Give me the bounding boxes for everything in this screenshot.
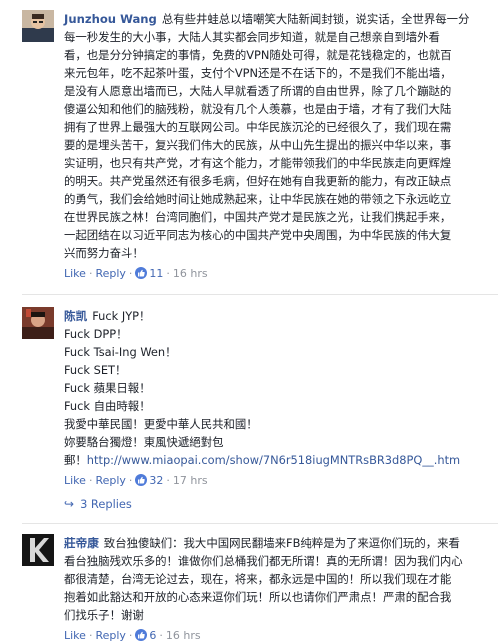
comment: 莊帝康 致台独傻缺们：我大中国网民翻墙来FB纯粹是为了来逗你们玩的，来看 看台独脑… bbox=[0, 534, 498, 644]
comment: Junzhou Wang 总有些井蛙总以墙嘲笑大陆新闻封锁，说实话，全世界每一分 … bbox=[0, 10, 498, 282]
divider bbox=[22, 523, 498, 524]
comment-text-line: 是没有人愿意出墙而已，大陆人早就看透了所谓的自由世界，除了几个蹦跶的 bbox=[64, 84, 452, 98]
comment-actions: Like · Reply · 32 · 17 hrs bbox=[64, 473, 492, 489]
divider bbox=[22, 294, 498, 295]
comment-body: 陈凯 Fuck JYP！ Fuck DPP！ Fuck Tsai-Ing Wen！… bbox=[64, 307, 492, 469]
comment-text-line: 们找乐子！谢谢 bbox=[64, 608, 144, 622]
reply-button[interactable]: Reply bbox=[95, 474, 125, 487]
separator-dot: · bbox=[88, 629, 93, 642]
user-photo-icon bbox=[22, 534, 54, 566]
comment-text-line: 总有些井蛙总以墙嘲笑大陆新闻封锁，说实话，全世界每一分 bbox=[161, 12, 470, 26]
comment-text-line: 妳要駱台獨燈！東風快遞絕對包 bbox=[64, 435, 224, 449]
comment-author[interactable]: 莊帝康 bbox=[64, 536, 99, 550]
reply-button[interactable]: Reply bbox=[95, 629, 125, 642]
comment-text-line: 兴而努力奋斗！ bbox=[64, 246, 144, 260]
like-count[interactable]: 6 bbox=[149, 629, 156, 642]
comment-author[interactable]: Junzhou Wang bbox=[64, 12, 157, 26]
thumbs-up-icon[interactable] bbox=[135, 267, 148, 279]
timestamp[interactable]: 17 hrs bbox=[173, 474, 208, 487]
avatar[interactable] bbox=[22, 10, 54, 42]
comment-text-line: 都很清楚，台湾无论过去，现在，将来，都永远是中国的！所以我们现在才能 bbox=[64, 572, 452, 586]
comment-text-line: 要的是埋头苦干，复兴我们伟大的民族，从中山先生提出的振兴中华以来，事 bbox=[64, 138, 452, 152]
comment: 陈凯 Fuck JYP！ Fuck DPP！ Fuck Tsai-Ing Wen！… bbox=[0, 307, 498, 511]
comment-text-line: Fuck 蘋果日報！ bbox=[64, 381, 151, 395]
comment-text-line: 来元包年，吃不起茶叶蛋，支付个VPN还是不在话下的，不是我们不能出墙， bbox=[64, 66, 452, 80]
comment-body: Junzhou Wang 总有些井蛙总以墙嘲笑大陆新闻封锁，说实话，全世界每一分 … bbox=[64, 10, 492, 262]
comment-text-line: Fuck SET！ bbox=[64, 363, 127, 377]
avatar[interactable] bbox=[22, 307, 54, 339]
separator-dot: · bbox=[88, 474, 93, 487]
comment-text-line: 每一秒发生的大小事，大陆人其实都会同步知道，就是自己想亲自到墙外看 bbox=[64, 30, 440, 44]
comment-text-line: 郵！ bbox=[64, 453, 87, 467]
comment-text-line: 看，也是分分钟搞定的事情，免费的VPN随处可得，就是花钱稳定的，也就百 bbox=[64, 48, 452, 62]
separator-dot: · bbox=[159, 629, 163, 642]
user-photo-icon bbox=[22, 10, 54, 42]
comment-text-line: 抱着如此豁达和开放的心态来逗你们玩！所以也请你们严肃点！严肃的配合我 bbox=[64, 590, 452, 604]
comment-text-line: 致台独傻缺们：我大中国网民翻墙来FB纯粹是为了来逗你们玩的，来看 bbox=[103, 536, 460, 550]
comment-text-line: 我愛中華民國！更愛中華人民共和國！ bbox=[64, 417, 258, 431]
like-button[interactable]: Like bbox=[64, 629, 86, 642]
thumbs-up-icon[interactable] bbox=[135, 629, 148, 641]
comment-text-line: Fuck Tsai-Ing Wen！ bbox=[64, 345, 177, 359]
user-photo-icon bbox=[22, 307, 54, 339]
like-count[interactable]: 11 bbox=[149, 267, 163, 280]
separator-dot: · bbox=[88, 267, 93, 280]
timestamp[interactable]: 16 hrs bbox=[166, 629, 201, 642]
thumbs-up-icon[interactable] bbox=[135, 474, 148, 486]
comment-text-line: Fuck 自由時報！ bbox=[64, 399, 151, 413]
comment-text-line: 的明天。共产党虽然还有很多毛病，但好在她有自我更新的能力，有改正缺点 bbox=[64, 174, 452, 188]
comment-text-line: 的勇气，我们会给她时间让她成熟起来，让中华民族在她的带领之下永远屹立 bbox=[64, 192, 452, 206]
comment-text-line: Fuck JYP！ bbox=[92, 309, 151, 323]
comment-author[interactable]: 陈凯 bbox=[64, 309, 87, 323]
comment-text-line: 实证明，也只有共产党，才有这个能力，才能带领我们的中华民族走向更辉煌 bbox=[64, 156, 452, 170]
comment-text-line: Fuck DPP！ bbox=[64, 327, 128, 341]
like-button[interactable]: Like bbox=[64, 474, 86, 487]
separator-dot: · bbox=[166, 474, 170, 487]
avatar[interactable] bbox=[22, 534, 54, 566]
comment-text-line: 在世界民族之林！台湾同胞们，中国共产党才是民族之光，让我们携起手来， bbox=[64, 210, 452, 224]
comment-actions: Like · Reply · 11 · 16 hrs bbox=[64, 266, 492, 282]
comment-text-line: 拥有了世界上最强大的互联网公司。中华民族沉沦的已经很久了，我们现在需 bbox=[64, 120, 452, 134]
video-link[interactable]: http://www.miaopai.com/show/7N6r518iugMN… bbox=[87, 453, 460, 467]
comment-body: 莊帝康 致台独傻缺们：我大中国网民翻墙来FB纯粹是为了来逗你们玩的，来看 看台独脑… bbox=[64, 534, 492, 624]
separator-dot: · bbox=[128, 474, 133, 487]
replies-count-label[interactable]: 3 Replies bbox=[80, 497, 132, 511]
comment-text-line: 看台独脑残欢乐多的！谁做你们总桶我们都无所谓！真的无所谓！因为我们内心 bbox=[64, 554, 463, 568]
like-button[interactable]: Like bbox=[64, 267, 86, 280]
comment-actions: Like · Reply · 6 · 16 hrs bbox=[64, 628, 492, 644]
reply-button[interactable]: Reply bbox=[95, 267, 125, 280]
timestamp[interactable]: 16 hrs bbox=[173, 267, 208, 280]
reply-arrow-icon: ↪ bbox=[64, 497, 75, 511]
view-replies-link[interactable]: ↪ 3 Replies bbox=[64, 497, 492, 511]
comment-text-line: 傻逼公知和他们的脑残粉，就没有几个人羡慕，也是由于墙，才有了我们大陆 bbox=[64, 102, 452, 116]
separator-dot: · bbox=[128, 267, 133, 280]
like-count[interactable]: 32 bbox=[149, 474, 163, 487]
separator-dot: · bbox=[166, 267, 170, 280]
comment-text-line: 一起团结在以习近平同志为核心的中国共产党中央周围，为中华民族的伟大复 bbox=[64, 228, 452, 242]
separator-dot: · bbox=[128, 629, 133, 642]
